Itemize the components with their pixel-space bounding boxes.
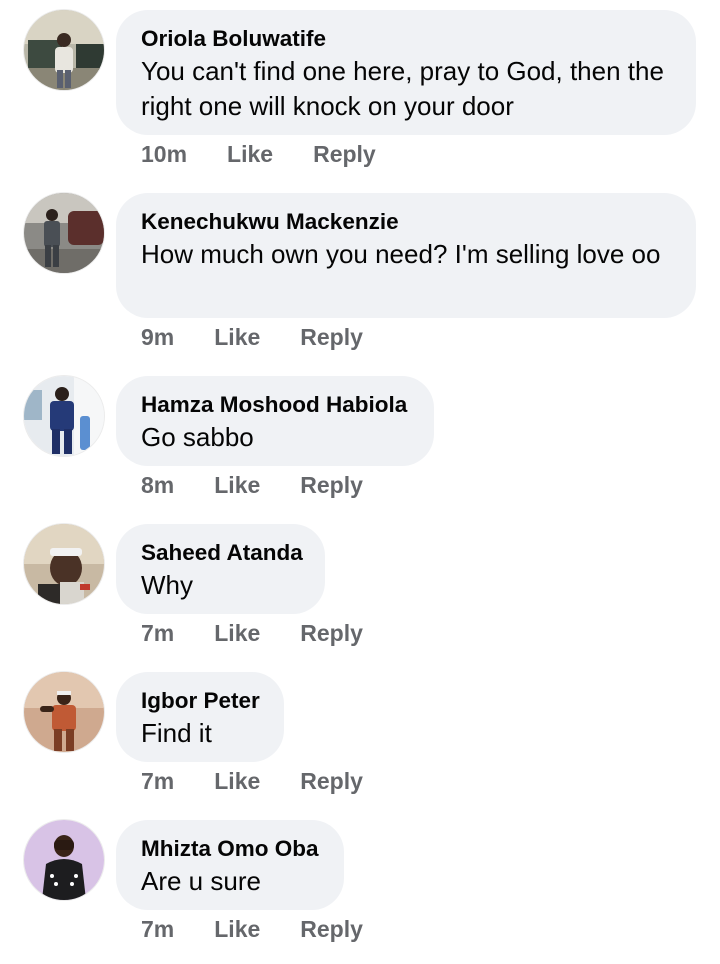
reply-button[interactable]: Reply <box>313 140 376 168</box>
comment-timestamp: 10m <box>141 141 188 167</box>
avatar[interactable] <box>24 672 104 752</box>
avatar[interactable] <box>24 193 104 273</box>
comment-timestamp: 9m <box>141 324 175 350</box>
avatar[interactable] <box>24 10 104 90</box>
comment-actions: 8m Like Reply <box>141 471 363 499</box>
comment-actions: 10m Like Reply <box>141 140 376 168</box>
comment-bubble: Saheed Atanda Why <box>116 524 325 614</box>
comment-timestamp: 7m <box>141 768 175 794</box>
avatar-photo-icon <box>24 193 104 273</box>
comment-text: Go sabbo <box>141 422 254 452</box>
comment-text: Find it <box>141 718 212 748</box>
comment-text: How much own you need? I'm selling love … <box>141 239 661 269</box>
like-button[interactable]: Like <box>214 323 260 351</box>
reply-button[interactable]: Reply <box>300 471 363 499</box>
comment-timestamp: 8m <box>141 472 175 498</box>
comment-text: Why <box>141 570 193 600</box>
like-button[interactable]: Like <box>214 471 260 499</box>
comment-author[interactable]: Hamza Moshood Habiola <box>141 390 408 419</box>
comment-bubble: Hamza Moshood Habiola Go sabbo <box>116 376 434 466</box>
avatar[interactable] <box>24 524 104 604</box>
comment-author[interactable]: Igbor Peter <box>141 686 260 715</box>
reply-button[interactable]: Reply <box>300 619 363 647</box>
comment-author[interactable]: Mhizta Omo Oba <box>141 834 319 863</box>
comment-text: You can't find one here, pray to God, th… <box>141 56 664 121</box>
comment-bubble: Igbor Peter Find it <box>116 672 284 762</box>
comment-bubble: Kenechukwu Mackenzie How much own you ne… <box>116 193 696 318</box>
reply-button[interactable]: Reply <box>300 323 363 351</box>
avatar-photo-icon <box>24 376 104 456</box>
avatar-photo-icon <box>24 524 104 604</box>
comment-bubble: Oriola Boluwatife You can't find one her… <box>116 10 696 135</box>
avatar[interactable] <box>24 376 104 456</box>
comment-author[interactable]: Kenechukwu Mackenzie <box>141 207 670 236</box>
like-button[interactable]: Like <box>214 619 260 647</box>
comment-author[interactable]: Saheed Atanda <box>141 538 303 567</box>
avatar[interactable] <box>24 820 104 900</box>
comment-actions: 7m Like Reply <box>141 767 363 795</box>
like-button[interactable]: Like <box>227 140 273 168</box>
comment-actions: 7m Like Reply <box>141 915 363 943</box>
like-button[interactable]: Like <box>214 767 260 795</box>
comment-timestamp: 7m <box>141 916 175 942</box>
like-button[interactable]: Like <box>214 915 260 943</box>
reply-button[interactable]: Reply <box>300 915 363 943</box>
reply-button[interactable]: Reply <box>300 767 363 795</box>
comment-author[interactable]: Oriola Boluwatife <box>141 24 670 53</box>
comment-text: Are u sure <box>141 866 261 896</box>
avatar-photo-icon <box>24 672 104 752</box>
comment-actions: 9m Like Reply <box>141 323 363 351</box>
avatar-photo-icon <box>24 10 104 90</box>
avatar-photo-icon <box>24 820 104 900</box>
comment-timestamp: 7m <box>141 620 175 646</box>
comment-actions: 7m Like Reply <box>141 619 363 647</box>
comment-bubble: Mhizta Omo Oba Are u sure <box>116 820 344 910</box>
